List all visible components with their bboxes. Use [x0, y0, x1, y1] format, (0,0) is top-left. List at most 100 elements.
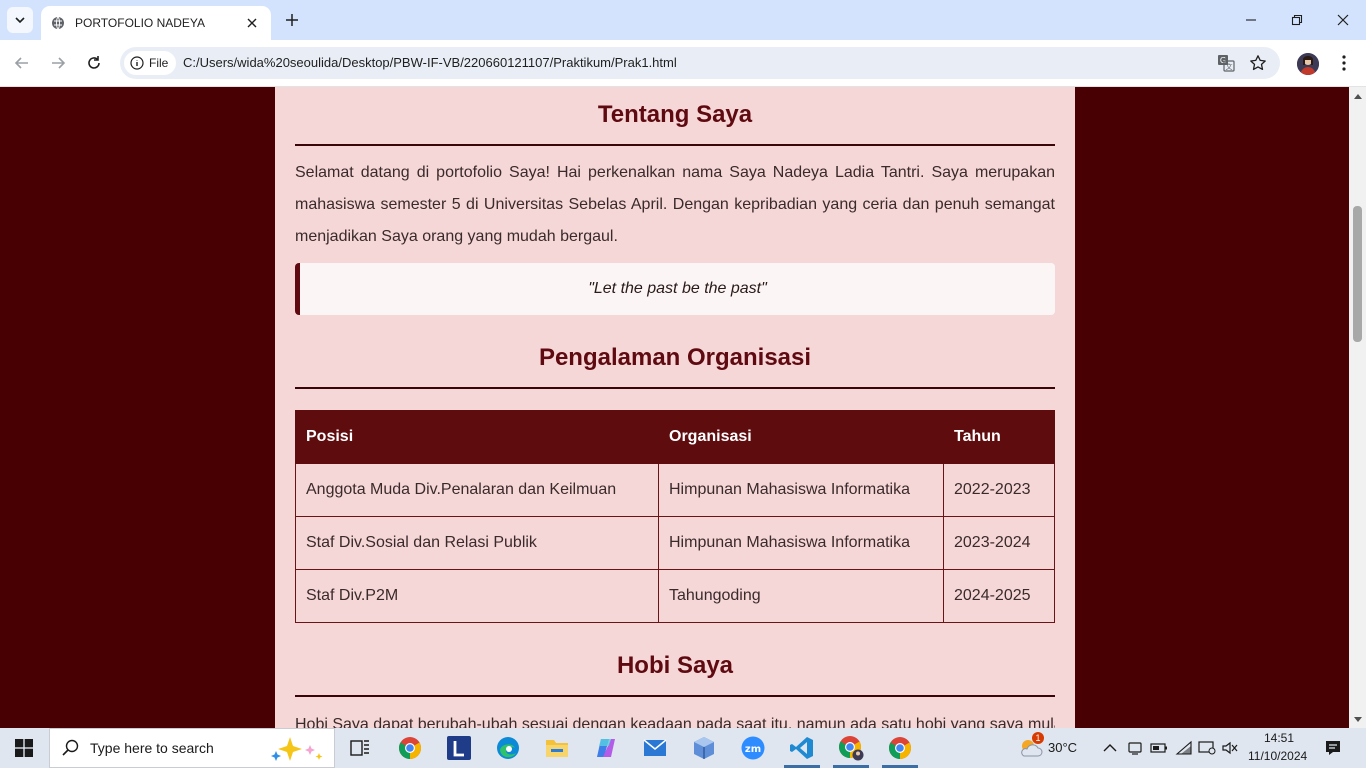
- display-settings-icon[interactable]: [1198, 739, 1216, 757]
- volume-muted-icon[interactable]: [1221, 739, 1239, 757]
- site-info-chip[interactable]: File: [124, 51, 177, 75]
- table-row: Anggota Muda Div.Penalaran dan Keilmuan …: [295, 463, 1055, 517]
- taskbar-vscode[interactable]: [778, 728, 826, 768]
- edge-icon: [497, 737, 519, 759]
- bookmark-star-icon[interactable]: [1248, 53, 1268, 73]
- taskbar-edge[interactable]: [484, 728, 532, 768]
- taskbar-l-app[interactable]: [435, 728, 483, 768]
- zoom-icon: zm: [741, 736, 765, 760]
- weather-temperature[interactable]: 30°C: [1048, 740, 1077, 755]
- chevron-up-icon[interactable]: [1101, 739, 1119, 757]
- quote-block: "Let the past be the past": [295, 263, 1055, 315]
- forward-button[interactable]: [47, 52, 69, 74]
- taskbar-zoom[interactable]: zm: [729, 728, 777, 768]
- minimize-icon: [1246, 19, 1256, 21]
- start-button[interactable]: [0, 728, 48, 768]
- task-view-icon: [350, 740, 369, 756]
- about-text: Selamat datang di portofolio Saya! Hai p…: [295, 164, 1055, 245]
- page-viewport: Tentang Saya Selamat datang di portofoli…: [0, 87, 1349, 728]
- content-container: Tentang Saya Selamat datang di portofoli…: [275, 87, 1075, 728]
- windows-logo-icon: [15, 739, 33, 757]
- back-button[interactable]: [11, 52, 33, 74]
- tab-search-button[interactable]: [7, 7, 33, 33]
- page-scrollbar[interactable]: [1349, 87, 1366, 728]
- browser-menu-button[interactable]: [1334, 52, 1354, 74]
- new-tab-button[interactable]: [282, 10, 302, 30]
- meet-now-icon[interactable]: [1126, 739, 1144, 757]
- notification-icon[interactable]: [1324, 739, 1342, 757]
- organization-table: Posisi Organisasi Tahun Anggota Muda Div…: [295, 410, 1055, 623]
- table-cell: Anggota Muda Div.Penalaran dan Keilmuan: [295, 463, 659, 517]
- about-divider: [295, 144, 1055, 146]
- copilot-icon: [597, 739, 615, 757]
- taskbar-copilot[interactable]: [582, 728, 630, 768]
- chrome-icon: [399, 737, 421, 759]
- organization-divider: [295, 387, 1055, 389]
- table-row: Staf Div.Sosial dan Relasi Publik Himpun…: [295, 516, 1055, 570]
- mail-icon: [643, 739, 667, 756]
- svg-text:zm: zm: [745, 744, 761, 755]
- taskbar-virtualbox[interactable]: [680, 728, 728, 768]
- hobby-text: Hobi Saya dapat berubah-ubah sesuai deng…: [295, 716, 1055, 728]
- svg-text:文: 文: [1226, 62, 1233, 71]
- site-chip-label: File: [149, 56, 169, 70]
- chrome-icon: [889, 737, 911, 759]
- taskbar-file-explorer[interactable]: [533, 728, 581, 768]
- scroll-thumb[interactable]: [1353, 206, 1362, 342]
- table-cell: Staf Div.P2M: [295, 569, 659, 623]
- table-header-tahun: Tahun: [943, 410, 1055, 464]
- tab-close-icon[interactable]: [243, 14, 261, 32]
- task-view-button[interactable]: [336, 728, 384, 768]
- taskbar-chrome-profile[interactable]: [827, 728, 875, 768]
- chrome-profile-icon: [839, 736, 864, 761]
- url-text[interactable]: C:/Users/wida%20seoulida/Desktop/PBW-IF-…: [183, 55, 677, 70]
- scroll-up-arrow[interactable]: [1349, 87, 1366, 104]
- chevron-down-icon: [15, 17, 25, 24]
- address-bar[interactable]: File C:/Users/wida%20seoulida/Desktop/PB…: [120, 47, 1280, 79]
- reload-button[interactable]: [83, 52, 105, 74]
- l-app-icon: [447, 736, 471, 760]
- tab-strip: PORTOFOLIO NADEYA: [0, 0, 1366, 40]
- organization-title: Pengalaman Organisasi: [538, 344, 812, 371]
- taskbar-chrome[interactable]: [386, 728, 434, 768]
- reload-icon: [88, 56, 100, 69]
- browser-toolbar: File C:/Users/wida%20seoulida/Desktop/PB…: [0, 40, 1366, 87]
- close-window-button[interactable]: [1333, 10, 1353, 30]
- caret-down-icon: [1353, 716, 1362, 722]
- virtualbox-icon: [694, 737, 714, 759]
- table-cell: 2022-2023: [943, 463, 1055, 517]
- avatar-icon: [1297, 53, 1319, 75]
- table-cell: Tahungoding: [658, 569, 944, 623]
- minimize-button[interactable]: [1241, 10, 1261, 30]
- more-vertical-icon: [1342, 55, 1346, 71]
- taskbar-search[interactable]: Type here to search: [49, 728, 335, 768]
- table-cell: Himpunan Mahasiswa Informatika: [658, 516, 944, 570]
- table-cell: 2023-2024: [943, 516, 1055, 570]
- folder-icon: [546, 740, 568, 757]
- weather-badge: 1: [1032, 732, 1044, 744]
- profile-avatar[interactable]: [1297, 53, 1319, 75]
- close-icon: [1337, 14, 1349, 26]
- arrow-right-icon: [52, 57, 66, 69]
- table-cell: Himpunan Mahasiswa Informatika: [658, 463, 944, 517]
- table-cell: Staf Div.Sosial dan Relasi Publik: [295, 516, 659, 570]
- restore-button[interactable]: [1287, 10, 1307, 30]
- restore-icon: [1291, 14, 1303, 26]
- globe-icon: [52, 16, 64, 30]
- battery-icon[interactable]: [1150, 739, 1168, 757]
- wifi-icon[interactable]: [1175, 739, 1193, 757]
- search-placeholder: Type here to search: [90, 740, 214, 756]
- browser-tab[interactable]: PORTOFOLIO NADEYA: [41, 6, 271, 40]
- translate-icon[interactable]: G文: [1216, 53, 1236, 73]
- taskbar-mail[interactable]: [631, 728, 679, 768]
- search-highlight-sparkle-icon: [271, 737, 323, 761]
- caret-up-icon: [1353, 93, 1362, 99]
- about-title: Tentang Saya: [597, 101, 753, 128]
- taskbar-chrome-active[interactable]: [876, 728, 924, 768]
- clock-time[interactable]: 14:51: [1264, 731, 1294, 745]
- vscode-icon: [790, 737, 813, 759]
- scroll-down-arrow[interactable]: [1349, 711, 1366, 728]
- taskbar: Type here to search zm 1 30°C 14:51 11/1…: [0, 728, 1366, 768]
- plus-icon: [286, 14, 298, 26]
- clock-date[interactable]: 11/10/2024: [1248, 749, 1307, 763]
